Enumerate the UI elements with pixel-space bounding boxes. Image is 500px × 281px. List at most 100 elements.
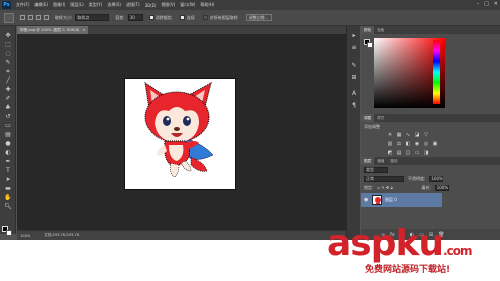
add-adjustment-label: 添加调整 [364,124,380,129]
tolerance-input[interactable]: 30 [127,14,143,21]
history-brush-tool-icon[interactable]: ↺ [4,113,12,120]
minimize-icon[interactable]: – [477,1,480,7]
levels-icon[interactable]: ▦ [396,132,402,138]
shape-tool-icon[interactable]: ▬ [4,185,12,192]
eyedropper-tool-icon[interactable]: ╱ [4,77,12,84]
tab-styles[interactable]: 样式 [374,114,387,122]
contiguous-label: 连续 [186,14,195,20]
layer-filter-row: 类型 [361,165,500,174]
layer-row[interactable]: ◉ 图层 0 [361,193,442,207]
posterize-icon[interactable]: ▤ [396,150,402,156]
panel-background-swatch[interactable] [367,42,373,48]
clone-stamp-tool-icon[interactable]: ♣ [4,104,12,111]
tab-paths[interactable]: 路径 [387,157,400,165]
move-tool-icon[interactable]: ✥ [4,32,12,39]
antialias-label: 消除锯齿 [155,14,172,20]
photoshop-logo: Ps [2,1,11,9]
menu-edit[interactable]: 编辑(E) [34,2,48,8]
layer-kind-filter[interactable]: 类型 [364,166,388,173]
color-lookup-icon[interactable]: ▣ [432,141,438,147]
vibrance-icon[interactable]: ▽ [423,132,429,138]
character-panel-icon[interactable]: A [350,90,358,98]
document-tab[interactable]: 阿狸.png @ 100% (图层 0, RGB/8) × [17,26,89,34]
fill-input[interactable]: 100% [434,184,449,191]
menu-image[interactable]: 图像(I) [53,2,65,8]
brush-tool-icon[interactable]: ✐ [4,95,12,102]
refine-edge-button[interactable]: 调整边缘... [245,14,272,21]
tab-layers[interactable]: 图层 [361,157,375,165]
blur-tool-icon[interactable]: ● [4,140,12,147]
brightness-icon[interactable]: ☀ [387,132,393,138]
curves-icon[interactable]: ∿ [405,132,411,138]
menu-select[interactable]: 选择(S) [107,2,121,8]
pen-tool-icon[interactable]: ✒ [4,158,12,165]
hue-slider[interactable] [433,40,440,104]
healing-tool-icon[interactable]: ✚ [4,86,12,93]
properties-panel-icon[interactable]: ≡ [350,44,358,52]
contiguous-checkbox[interactable] [179,15,185,20]
tab-color[interactable]: 颜色 [361,26,375,34]
zoom-tool-icon[interactable]: 🔍︎ [4,203,12,210]
selective-color-icon[interactable]: ◨ [423,150,429,156]
visibility-eye-icon[interactable]: ◉ [364,197,369,203]
maximize-icon[interactable]: □ [484,1,489,7]
eraser-tool-icon[interactable]: ▭ [4,122,12,129]
marquee-tool-icon[interactable]: ⬚ [4,41,12,48]
document-canvas[interactable] [124,78,236,190]
photo-filter-icon[interactable]: ◉ [414,141,420,147]
antialias-checkbox[interactable] [148,15,154,20]
quick-selection-icon[interactable] [4,12,14,23]
zoom-level[interactable]: 100% [20,234,30,238]
close-tab-icon[interactable]: × [82,26,85,34]
menu-bar: Ps 文件(F) 编辑(E) 图像(I) 图层(L) 类型(Y) 选择(S) 滤… [0,0,500,10]
canvas-area[interactable] [17,34,346,230]
type-tool-icon[interactable]: T [4,167,12,174]
menu-3d[interactable]: 3D(D) [145,3,157,8]
brush-panel-icon[interactable]: ✎ [350,62,358,70]
paragraph-panel-icon[interactable]: ¶ [350,102,358,110]
menu-view[interactable]: 视图(V) [161,2,175,8]
tab-channels[interactable]: 通道 [374,157,387,165]
gradient-map-icon[interactable]: ▭ [414,150,420,156]
menu-filter[interactable]: 滤镜(T) [126,2,140,8]
opacity-input[interactable]: 100% [429,175,444,182]
layer-thumbnail [372,195,382,205]
menu-type[interactable]: 类型(Y) [89,2,103,8]
threshold-icon[interactable]: ◫ [405,150,411,156]
channel-mixer-icon[interactable]: ◎ [423,141,429,147]
black-white-icon[interactable]: ◧ [405,141,411,147]
sample-size-select[interactable]: 取样点 [75,14,110,21]
all-layers-checkbox[interactable] [202,15,208,20]
subtract-selection-icon[interactable] [36,15,41,20]
blend-mode-select[interactable]: 正常 [364,175,404,182]
adjustment-icons-row-2: ▥ ⚖ ◧ ◉ ◎ ▣ [387,141,438,147]
lasso-tool-icon[interactable]: ◌ [4,50,12,57]
dodge-tool-icon[interactable]: ◐ [4,149,12,156]
menu-file[interactable]: 文件(F) [16,2,29,8]
crop-tool-icon[interactable]: ⌗ [4,68,12,75]
tab-swatches[interactable]: 色板 [374,26,387,34]
brush-presets-icon[interactable]: ⊞ [350,74,358,82]
invert-icon[interactable]: ◩ [387,150,393,156]
exposure-icon[interactable]: ◪ [414,132,420,138]
new-selection-icon[interactable] [20,15,25,20]
color-balance-icon[interactable]: ⚖ [396,141,402,147]
background-color-swatch[interactable] [6,230,12,236]
tab-adjustments[interactable]: 调整 [361,114,375,122]
right-panels: 颜色 色板 调整 样式 添加调整 ☀ ▦ ∿ ◪ ▽ ▥ ⚖ ◧ ◉ ◎ ▣ ◩ [361,26,500,240]
hand-tool-icon[interactable]: ✋ [4,194,12,201]
menu-layer[interactable]: 图层(L) [70,2,83,8]
menu-help[interactable]: 帮助(H) [200,2,214,8]
lock-icons[interactable]: ▫ ✎ ✥ 🔒︎ [377,185,417,190]
menu-window[interactable]: 窗口(W) [180,2,195,8]
document-info: 文档:293.7K/293.7K [44,233,80,237]
gradient-tool-icon[interactable]: ▤ [4,131,12,138]
add-selection-icon[interactable] [28,15,33,20]
path-selection-tool-icon[interactable]: ➤ [4,176,12,183]
layer-name[interactable]: 图层 0 [385,197,397,203]
close-icon[interactable]: ✕ [494,1,498,7]
quick-selection-tool-icon[interactable]: ✎ [4,59,12,66]
brush-options-icon[interactable] [44,15,49,20]
history-panel-icon[interactable]: ▸ [350,32,358,40]
hue-saturation-icon[interactable]: ▥ [387,141,393,147]
